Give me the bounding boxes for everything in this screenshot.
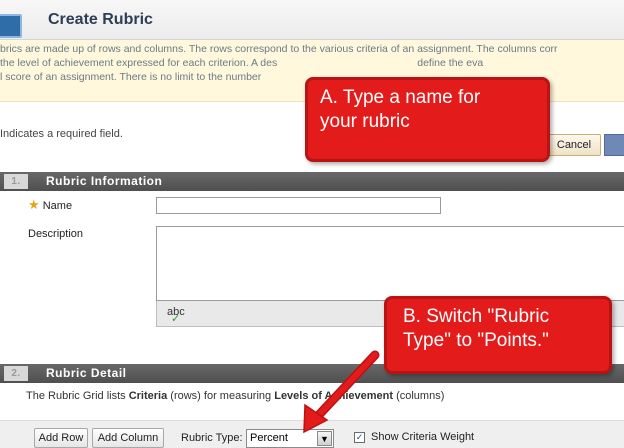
callout-b-line-1: B. Switch "Rubric xyxy=(403,306,550,327)
show-criteria-weight-checkbox[interactable]: ✓ xyxy=(354,432,365,443)
add-column-button[interactable]: Add Column xyxy=(92,428,164,448)
name-label: ★ Name xyxy=(28,197,72,213)
section-title: Rubric Detail xyxy=(46,366,127,380)
instructions-line-2a: the level of achievement expressed for e… xyxy=(0,57,278,69)
description-textarea[interactable] xyxy=(156,226,624,301)
show-criteria-weight-label: Show Criteria Weight xyxy=(371,431,475,443)
callout-b-line-2: Type" to "Points." xyxy=(403,330,549,351)
instructions-line-2b: define the eva xyxy=(417,57,484,69)
rubric-grid-toolbar: Add Row Add Column Rubric Type: Percent … xyxy=(0,420,624,448)
section-rubric-information: 1. Rubric Information xyxy=(0,172,624,191)
description-label: Description xyxy=(28,228,84,240)
instructions-line-1: brics are made up of rows and columns. T… xyxy=(0,43,558,55)
name-input[interactable] xyxy=(156,197,441,214)
grid-text-criteria: Criteria xyxy=(128,390,168,402)
grid-text-2: (rows) for measuring xyxy=(167,390,275,402)
section-number: 1. xyxy=(4,174,28,189)
cancel-button[interactable]: Cancel xyxy=(547,134,601,156)
instructions-line-2: the level of achievement expressed for e… xyxy=(0,56,624,70)
rubric-type-label: Rubric Type: xyxy=(181,432,243,444)
rubric-grid-description: The Rubric Grid lists Criteria (rows) fo… xyxy=(26,390,444,402)
required-star-icon: ★ xyxy=(28,197,40,212)
callout-rubric-type-instruction: B. Switch "Rubric Type" to "Points." xyxy=(384,296,612,374)
submit-button[interactable] xyxy=(604,134,624,156)
create-rubric-page: Create Rubric brics are made up of rows … xyxy=(0,0,624,448)
chevron-down-icon[interactable]: ▼ xyxy=(317,431,332,446)
callout-a-line-2: your rubric xyxy=(320,111,410,132)
rubric-icon xyxy=(0,14,22,38)
grid-text-levels: Levels of Achievement xyxy=(274,390,394,402)
page-title: Create Rubric xyxy=(48,11,153,28)
callout-a-line-1: A. Type a name for xyxy=(320,87,481,108)
required-field-note: Indicates a required field. xyxy=(0,128,123,140)
grid-text-1: The Rubric Grid lists xyxy=(26,390,129,402)
grid-text-3: (columns) xyxy=(393,390,445,402)
rubric-type-value: Percent xyxy=(250,432,288,444)
section-number: 2. xyxy=(4,366,28,381)
section-title: Rubric Information xyxy=(46,174,163,188)
name-label-text: Name xyxy=(42,200,73,212)
callout-name-instruction: A. Type a name for your rubric xyxy=(305,77,550,162)
page-header: Create Rubric xyxy=(0,0,624,40)
rubric-type-select[interactable]: Percent ▼ xyxy=(246,429,334,448)
check-mark-icon: ✓ xyxy=(171,313,181,325)
add-row-button[interactable]: Add Row xyxy=(34,428,88,448)
